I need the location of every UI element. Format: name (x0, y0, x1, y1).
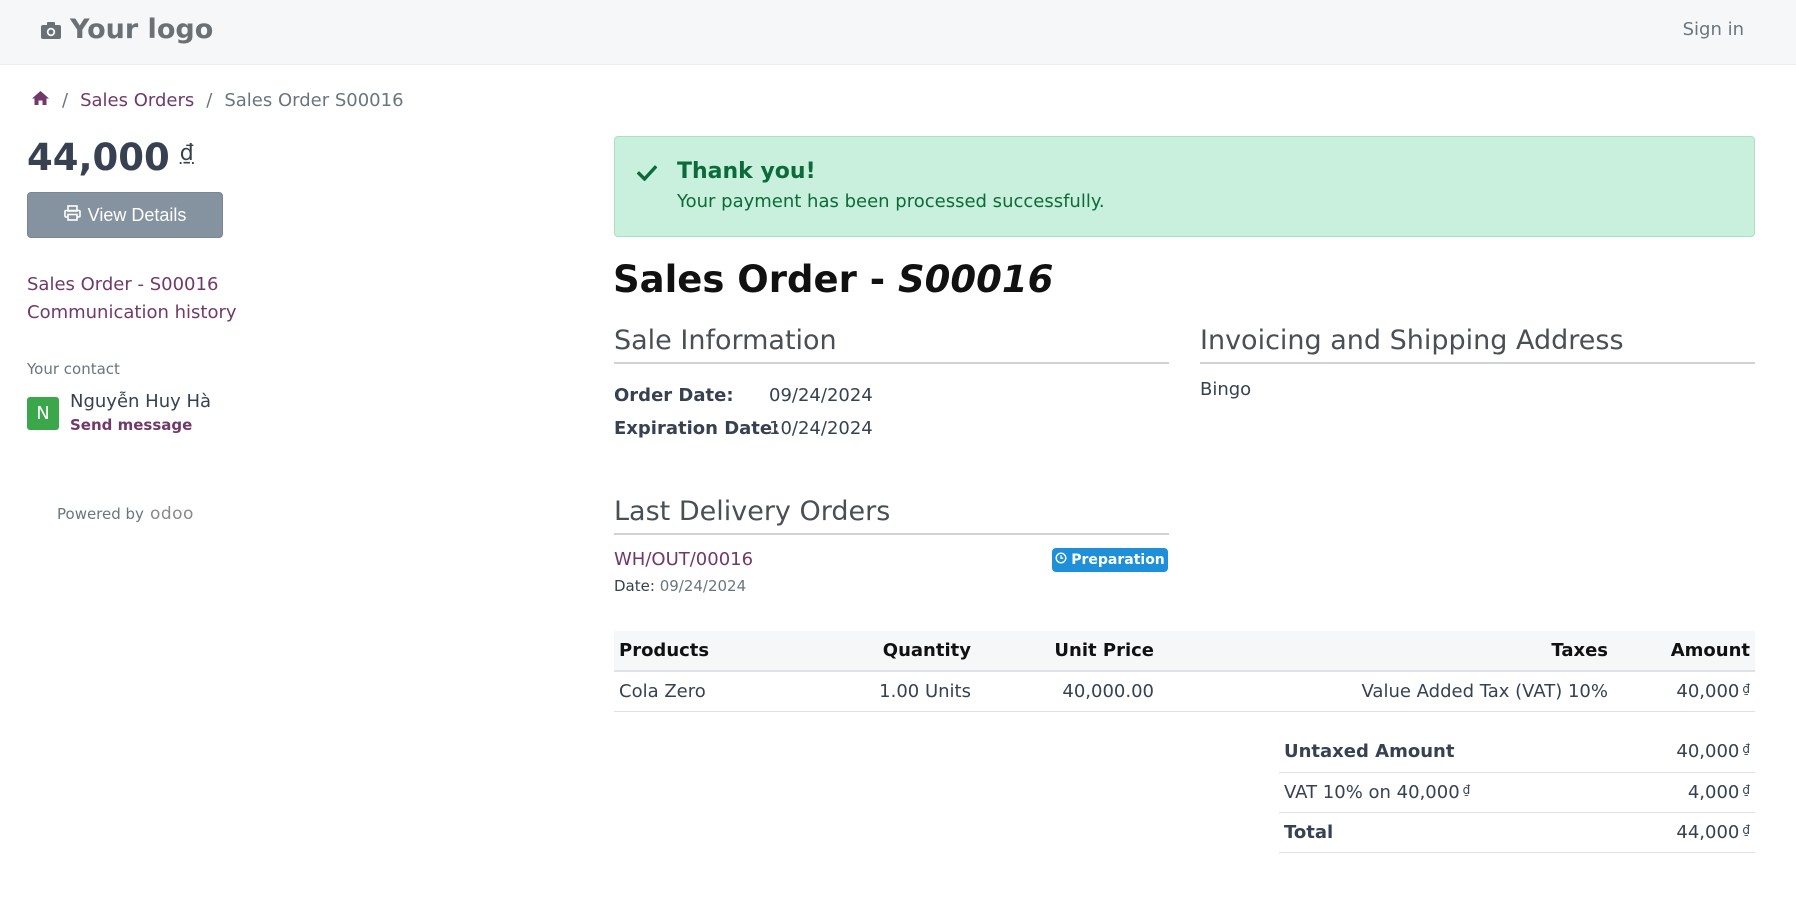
untaxed-amount-label: Untaxed Amount (1279, 732, 1613, 773)
table-row: Cola Zero 1.00 Units 40,000.00 Value Add… (614, 671, 1755, 712)
alert-title: Thank you! (677, 159, 816, 184)
address-heading: Invoicing and Shipping Address (1200, 325, 1755, 364)
table-header-row: Products Quantity Unit Price Taxes Amoun… (614, 631, 1755, 672)
sidebar-link-sales-order[interactable]: Sales Order - S00016 (27, 274, 218, 295)
column-header-quantity: Quantity (834, 631, 976, 672)
total-amount-cell: 44,000 ₫ (1612, 812, 1755, 853)
vat-amount-value: 4,000 (1687, 781, 1740, 803)
home-icon[interactable] (31, 90, 50, 111)
breadcrumb-separator: / (206, 90, 213, 111)
site-logo[interactable]: Your logo (40, 14, 213, 45)
address-value: Bingo (1200, 379, 1252, 400)
breadcrumb: / Sales Orders / Sales Order S00016 (31, 90, 404, 111)
top-navbar: Your logo Sign in (0, 0, 1796, 65)
view-details-label: View Details (87, 204, 187, 225)
amount-value: 44,000 (27, 136, 170, 179)
breadcrumb-separator: / (62, 90, 69, 111)
title-prefix: Sales Order - (613, 258, 898, 301)
status-label: Preparation (1071, 552, 1165, 568)
your-contact-label: Your contact (27, 360, 120, 378)
contact-name: Nguyễn Huy Hà (70, 391, 212, 412)
powered-by: Powered by odoo (57, 504, 194, 524)
total-row: Total 44,000 ₫ (1279, 812, 1755, 853)
check-icon (636, 165, 658, 185)
alert-message: Your payment has been processed successf… (677, 191, 1105, 212)
logo-text: Your logo (70, 14, 214, 45)
order-lines-table: Products Quantity Unit Price Taxes Amoun… (614, 631, 1755, 712)
line-amount-value: 40,000 (1676, 680, 1740, 702)
order-date-value: 09/24/2024 (769, 385, 873, 406)
payment-success-alert: Thank you! Your payment has been process… (614, 136, 1755, 237)
delivery-date-value: 09/24/2024 (659, 577, 747, 595)
breadcrumb-current: Sales Order S00016 (224, 90, 404, 111)
vat-label: VAT 10% on 40,000 (1284, 781, 1460, 803)
line-amount-currency: ₫ (1742, 681, 1750, 696)
delivery-orders-heading: Last Delivery Orders (614, 496, 1169, 535)
vat-label-currency: ₫ (1462, 782, 1471, 797)
line-unit-price: 40,000.00 (976, 671, 1159, 712)
vat-row: VAT 10% on 40,000 ₫ 4,000 ₫ (1279, 772, 1755, 813)
view-details-button[interactable]: View Details (27, 192, 223, 238)
status-badge: Preparation (1052, 548, 1168, 572)
total-currency: ₫ (1742, 822, 1750, 837)
totals-table: Untaxed Amount 40,000 ₫ VAT 10% on 40,000… (1279, 732, 1755, 853)
line-product: Cola Zero (614, 671, 834, 712)
clock-icon (1055, 552, 1067, 568)
vat-currency: ₫ (1742, 782, 1750, 797)
total-amount-value: 44,000 (1676, 821, 1740, 843)
expiration-date-label: Expiration Date: (614, 418, 780, 439)
sale-information-heading: Sale Information (614, 325, 1169, 364)
expiration-date-value: 10/24/2024 (769, 418, 873, 439)
sign-in-link[interactable]: Sign in (1683, 19, 1744, 40)
vat-label-cell: VAT 10% on 40,000 ₫ (1279, 772, 1613, 813)
send-message-link[interactable]: Send message (70, 416, 192, 434)
untaxed-currency: ₫ (1742, 742, 1750, 757)
line-taxes: Value Added Tax (VAT) 10% (1159, 671, 1613, 712)
column-header-products: Products (614, 631, 834, 672)
printer-icon (63, 204, 81, 226)
odoo-brand-link[interactable]: odoo (150, 504, 194, 524)
delivery-date-label: Date: (614, 577, 655, 595)
line-quantity: 1.00 Units (834, 671, 976, 712)
powered-by-label: Powered by (57, 505, 144, 523)
avatar: N (27, 397, 59, 430)
order-total-amount: 44,000 ₫ (27, 136, 194, 179)
column-header-taxes: Taxes (1159, 631, 1613, 672)
page-title: Sales Order - S00016 (613, 258, 1053, 301)
vat-amount-cell: 4,000 ₫ (1612, 772, 1755, 813)
column-header-amount: Amount (1613, 631, 1755, 672)
total-label: Total (1279, 812, 1613, 853)
untaxed-amount-cell: 40,000 ₫ (1612, 732, 1755, 773)
camera-icon (40, 20, 62, 40)
order-date-label: Order Date: (614, 385, 734, 406)
untaxed-amount-row: Untaxed Amount 40,000 ₫ (1279, 732, 1755, 773)
untaxed-amount-value: 40,000 (1676, 741, 1740, 763)
amount-currency: ₫ (179, 141, 194, 166)
sidebar-link-communication-history[interactable]: Communication history (27, 302, 237, 323)
delivery-order-link[interactable]: WH/OUT/00016 (614, 549, 753, 570)
column-header-unit-price: Unit Price (976, 631, 1159, 672)
line-amount: 40,000 ₫ (1613, 671, 1755, 712)
order-number: S00016 (897, 258, 1054, 301)
delivery-date: Date: 09/24/2024 (614, 577, 746, 595)
breadcrumb-sales-orders[interactable]: Sales Orders (80, 90, 194, 111)
